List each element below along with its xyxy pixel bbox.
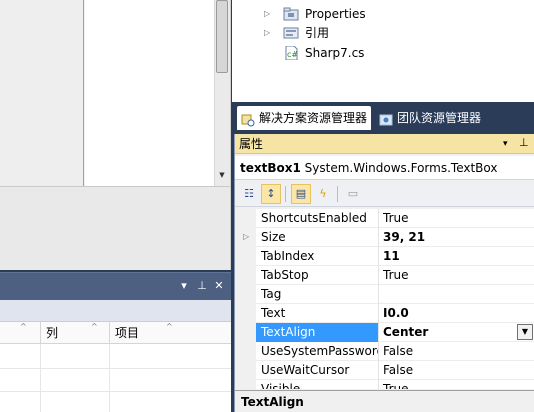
property-row[interactable]: TabIndex 11 — [235, 247, 534, 266]
expand-arrow-icon[interactable]: ▷ — [264, 8, 274, 20]
property-row-gutter — [235, 361, 256, 380]
property-value[interactable]: True — [379, 380, 534, 389]
property-name[interactable]: TabStop — [256, 266, 379, 285]
sort-caret-icon: ^ — [91, 322, 98, 331]
property-value[interactable]: I0.0 — [379, 304, 534, 323]
dropdown-arrow-icon[interactable]: ▼ — [517, 324, 533, 340]
sort-caret-icon: ^ — [166, 322, 173, 331]
property-grid: ShortcutsEnabled True ▷ Size 39, 21 TabIndex 1… — [235, 209, 534, 389]
solution-explorer-icon — [241, 111, 255, 127]
pin-icon[interactable]: ⊥ — [519, 136, 529, 150]
error-list-panel: ▾ ⊥ ✕ ^ ^ 列 ^ 项目 — [0, 272, 231, 412]
toolbar-separator — [285, 186, 286, 202]
property-value[interactable]: 39, 21 — [379, 228, 534, 247]
property-row[interactable]: Visible True — [235, 380, 534, 389]
editor-canvas[interactable] — [85, 0, 214, 186]
property-name[interactable]: UseSystemPasswordChar — [256, 342, 379, 361]
tab-team-explorer[interactable]: 团队资源管理器 — [375, 106, 505, 130]
property-row-gutter — [235, 342, 256, 361]
property-name[interactable]: ShortcutsEnabled — [256, 209, 379, 228]
property-value[interactable]: Center — [379, 323, 534, 342]
property-row-gutter — [235, 285, 256, 304]
property-row-gutter — [235, 209, 256, 228]
property-row-gutter — [235, 266, 256, 285]
tree-item-references[interactable]: ▷ 引用 — [232, 23, 534, 43]
property-name[interactable]: Visible — [256, 380, 379, 389]
close-icon[interactable]: ✕ — [212, 279, 226, 293]
sort-caret-icon: ^ — [20, 322, 27, 331]
object-type: System.Windows.Forms.TextBox — [304, 161, 498, 175]
references-icon — [283, 26, 299, 40]
property-name[interactable]: TextAlign — [256, 323, 379, 342]
property-value[interactable] — [379, 285, 534, 304]
svg-text:c#: c# — [287, 50, 298, 59]
column-divider — [109, 344, 110, 412]
property-row[interactable]: UseWaitCursor False — [235, 361, 534, 380]
properties-titlebar: 属性 ▾ ⊥ — [235, 134, 534, 154]
tree-item-properties[interactable]: ▷ Properties — [232, 4, 534, 24]
property-row[interactable]: Text I0.0 — [235, 304, 534, 323]
property-value[interactable]: True — [379, 209, 534, 228]
property-value[interactable]: False — [379, 342, 534, 361]
tool-window-tabs: 解决方案资源管理器 团队资源管理器 — [232, 102, 534, 132]
property-row-gutter — [235, 304, 256, 323]
property-pages-icon[interactable]: ▭ — [343, 184, 363, 204]
property-row[interactable]: UseSystemPasswordCharFalse — [235, 342, 534, 361]
tab-solution-explorer[interactable]: 解决方案资源管理器 — [237, 106, 371, 130]
csharp-file-icon: c# — [283, 45, 299, 61]
alphabetical-sort-icon[interactable]: ↕ — [261, 184, 281, 204]
column-divider — [40, 344, 41, 412]
team-explorer-icon — [379, 111, 393, 126]
editor-margin — [0, 0, 84, 186]
property-name[interactable]: UseWaitCursor — [256, 361, 379, 380]
property-row-gutter — [235, 380, 256, 389]
property-name[interactable]: Tag — [256, 285, 379, 304]
column-header-col[interactable]: ^ 列 — [40, 322, 109, 344]
property-row[interactable]: ▷ Size 39, 21 — [235, 228, 534, 247]
designer-surface — [0, 186, 231, 270]
object-name: textBox1 — [240, 161, 301, 175]
properties-toolbar: ☷ ↕ ▤ ϟ ▭ — [235, 181, 534, 207]
property-row-gutter: ▷ — [235, 228, 256, 247]
properties-view-icon[interactable]: ▤ — [291, 184, 311, 204]
tree-item-sharp7-cs[interactable]: c# Sharp7.cs — [232, 43, 534, 63]
list-row-divider — [0, 368, 231, 369]
property-value[interactable]: False — [379, 361, 534, 380]
property-value[interactable]: True — [379, 266, 534, 285]
property-row-gutter — [235, 323, 256, 342]
toolbar-separator — [337, 186, 338, 202]
solution-explorer-panel: ▷ Properties ▷ 引用 c# Sharp7.cs — [232, 0, 534, 102]
properties-panel: 属性 ▾ ⊥ textBox1 System.Windows.Forms.Tex… — [234, 134, 534, 412]
properties-folder-icon — [283, 7, 299, 21]
property-name[interactable]: Text — [256, 304, 379, 323]
pin-icon[interactable]: ⊥ — [195, 279, 209, 293]
panel-titlebar: ▾ ⊥ ✕ — [0, 272, 231, 300]
property-row-gutter — [235, 247, 256, 266]
properties-title: 属性 — [239, 137, 264, 151]
expand-arrow-icon[interactable]: ▷ — [264, 27, 274, 39]
chevron-down-icon[interactable]: ▾ — [503, 137, 508, 151]
scroll-down-icon[interactable]: ▼ — [214, 168, 230, 182]
property-name[interactable]: Size — [256, 228, 379, 247]
list-header: ^ ^ 列 ^ 项目 — [0, 322, 231, 344]
events-lightning-icon[interactable]: ϟ — [313, 184, 333, 204]
property-name[interactable]: TabIndex — [256, 247, 379, 266]
property-row[interactable]: TabStop True — [235, 266, 534, 285]
column-header-project[interactable]: ^ 项目 — [109, 322, 231, 344]
chevron-down-icon[interactable]: ▾ — [177, 279, 191, 293]
property-row[interactable]: ShortcutsEnabled True — [235, 209, 534, 228]
expand-arrow-icon[interactable]: ▷ — [243, 231, 249, 243]
column-header[interactable]: ^ — [0, 322, 40, 344]
list-row-divider — [0, 391, 231, 392]
editor-scroll-thumb[interactable] — [216, 0, 228, 73]
object-selector[interactable]: textBox1 System.Windows.Forms.TextBox — [235, 156, 534, 180]
property-row[interactable]: TextAlign Center ▼ — [235, 323, 534, 342]
property-value[interactable]: 11 — [379, 247, 534, 266]
property-row[interactable]: Tag — [235, 285, 534, 304]
property-description-title: TextAlign — [235, 390, 534, 412]
panel-toolbar — [0, 300, 231, 322]
categorized-icon[interactable]: ☷ — [239, 184, 259, 204]
